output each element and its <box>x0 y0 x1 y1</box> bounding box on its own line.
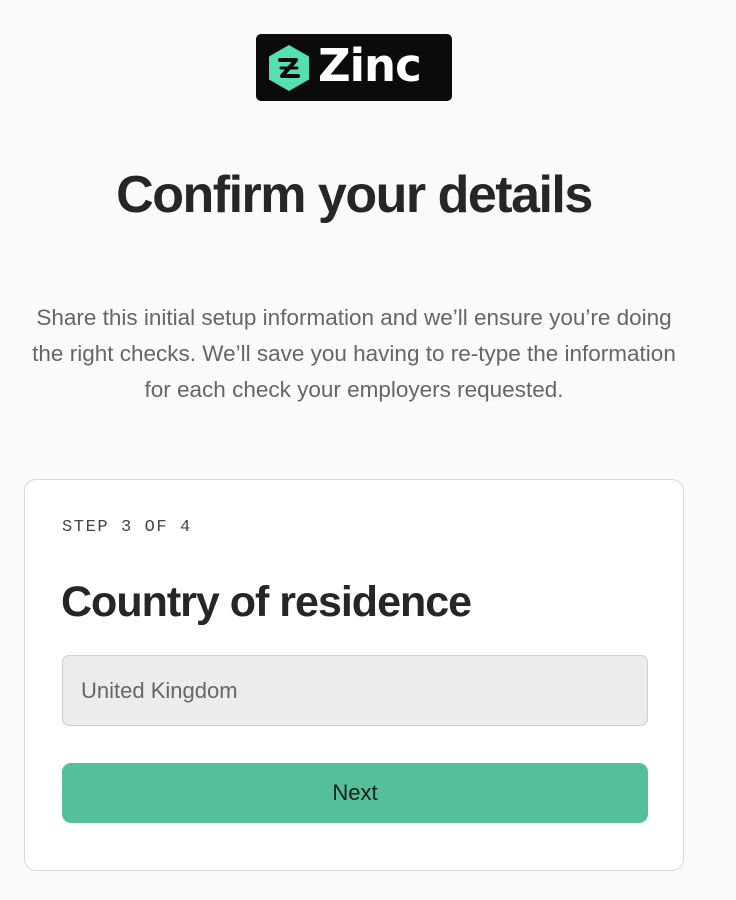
form-heading: Country of residence <box>61 578 472 626</box>
next-button[interactable]: Next <box>62 763 648 823</box>
country-input[interactable] <box>62 655 648 726</box>
brand-name: Zinc <box>318 39 422 92</box>
details-card: STEP 3 OF 4 Country of residence Next <box>24 479 684 871</box>
zinc-logo: Zinc <box>256 34 452 101</box>
page: Zinc Confirm your details Share this ini… <box>0 0 736 900</box>
zinc-hexagon-logo-icon <box>269 44 309 91</box>
intro-text: Share this initial setup information and… <box>32 305 676 402</box>
page-title: Confirm your details <box>116 166 593 224</box>
step-indicator: STEP 3 OF 4 <box>62 518 192 537</box>
